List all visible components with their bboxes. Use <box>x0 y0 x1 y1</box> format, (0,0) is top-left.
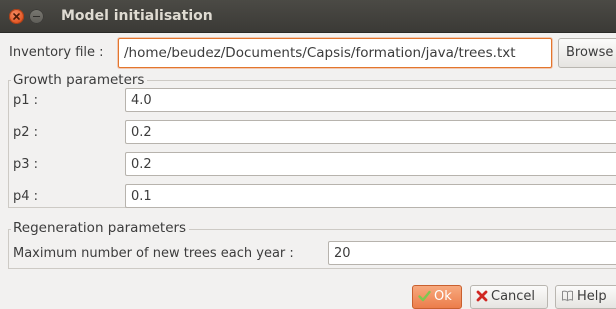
p4-input[interactable] <box>126 185 616 207</box>
p4-field[interactable] <box>125 184 616 208</box>
p3-field[interactable] <box>125 152 616 176</box>
browse-button[interactable]: Browse <box>558 38 616 68</box>
regeneration-parameters-title: Regeneration parameters <box>11 220 190 236</box>
p2-label: p2 : <box>13 125 39 140</box>
ok-button[interactable]: Ok <box>412 285 462 309</box>
max-new-trees-field[interactable] <box>328 241 616 265</box>
window-title: Model initialisation <box>61 8 213 24</box>
inventory-file-label: Inventory file : <box>9 45 104 60</box>
growth-parameters-title: Growth parameters <box>11 72 148 88</box>
ok-label: Ok <box>434 289 452 304</box>
p4-label: p4 : <box>13 189 39 204</box>
cancel-button[interactable]: Cancel <box>470 285 548 309</box>
help-label: Help <box>577 289 607 304</box>
p2-input[interactable] <box>126 121 616 143</box>
title-bar: Model initialisation <box>0 0 616 33</box>
max-new-trees-input[interactable] <box>329 242 616 264</box>
inventory-file-field[interactable] <box>118 38 552 68</box>
minimize-icon[interactable] <box>29 9 44 24</box>
checkmark-icon <box>418 290 431 306</box>
p2-field[interactable] <box>125 120 616 144</box>
help-button[interactable]: Help <box>555 285 616 309</box>
p1-field[interactable] <box>125 88 616 112</box>
p1-label: p1 : <box>13 93 39 108</box>
max-new-trees-label: Maximum number of new trees each year : <box>13 246 294 261</box>
book-icon <box>561 289 574 306</box>
p3-label: p3 : <box>13 157 39 172</box>
p3-input[interactable] <box>126 153 616 175</box>
inventory-file-input[interactable] <box>119 39 551 67</box>
cancel-label: Cancel <box>491 289 536 304</box>
close-icon[interactable] <box>9 9 24 24</box>
x-icon <box>476 290 488 306</box>
p1-input[interactable] <box>126 89 616 111</box>
